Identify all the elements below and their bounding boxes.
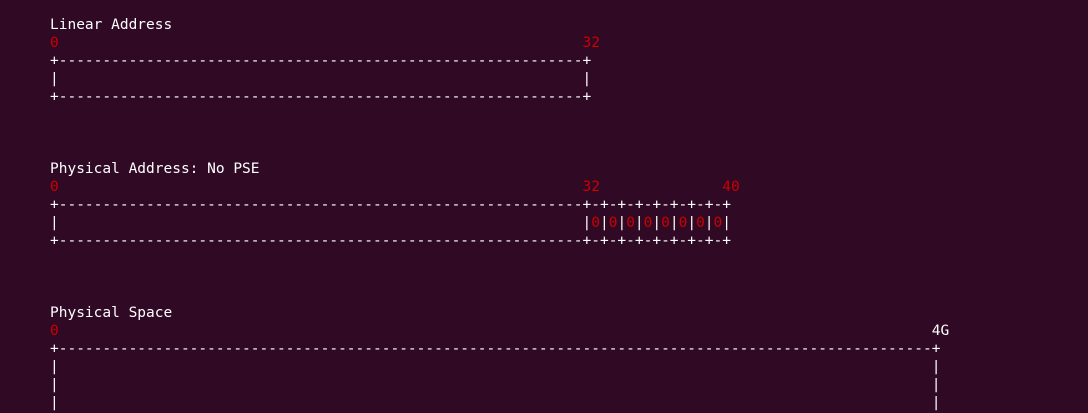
bit-scale-segment <box>600 179 722 195</box>
diagram-row: +---------------------------------------… <box>50 196 1088 214</box>
diagram-row: | | <box>50 358 1088 376</box>
diagram-row-segment: | <box>617 215 627 231</box>
diagram-row-segment: 0 <box>661 215 670 231</box>
diagram-row: +---------------------------------------… <box>50 52 1088 70</box>
bit-scale-segment: 0 <box>50 35 59 51</box>
terminal-output: Linear Address 0 32 +---------------------… <box>0 0 1088 413</box>
diagram-row-segment: 0 <box>696 215 705 231</box>
diagram-row: | | <box>50 376 1088 394</box>
bit-scale-segment: 32 <box>582 179 600 195</box>
diagram-row-segment: +---------------------------------------… <box>50 89 592 105</box>
diagram-row-segment: | <box>652 215 662 231</box>
bit-scale-segment: 40 <box>722 179 740 195</box>
diagram-row-segment: | <box>722 215 731 231</box>
bit-scale-segment: 0 <box>50 323 59 339</box>
diagram-row-segment: 0 <box>591 215 600 231</box>
diagram-row: +---------------------------------------… <box>50 232 1088 250</box>
diagram-row-segment: | | <box>50 395 941 411</box>
diagram-row-segment: +---------------------------------------… <box>50 341 941 357</box>
bit-scale-segment: 4G <box>931 323 950 339</box>
diagram-row-segment: +---------------------------------------… <box>50 197 731 213</box>
diagram-row: +---------------------------------------… <box>50 88 1088 106</box>
diagram-row-segment: | | <box>50 359 941 375</box>
diagram-row: | | <box>50 70 1088 88</box>
diagram-row-segment: | | <box>50 71 592 87</box>
diagram-row-segment: | <box>669 215 679 231</box>
diagram-row-segment: | <box>634 215 644 231</box>
bit-scale-segment <box>59 35 583 51</box>
bit-scale-segment: 0 <box>50 179 59 195</box>
section-title: Physical Space <box>50 305 173 321</box>
bit-scale: 0 32 <box>50 34 1088 52</box>
bit-scale-segment <box>59 323 932 339</box>
bit-scale: 0 32 40 <box>50 178 1088 196</box>
diagram-row-segment: | | <box>50 215 592 231</box>
diagram-row-segment: 0 <box>713 215 723 231</box>
section-title: Physical Address: No PSE <box>50 161 260 177</box>
bit-scale: 0 4G <box>50 322 1088 340</box>
diagram-row: | |0|0|0|0|0|0|0|0| <box>50 214 1088 232</box>
diagram-row: +---------------------------------------… <box>50 340 1088 358</box>
diagram-row-segment: | <box>704 215 714 231</box>
bit-scale-segment: 32 <box>582 35 600 51</box>
diagram-row-segment: | | <box>50 377 941 393</box>
diagram-row-segment: | <box>687 215 697 231</box>
diagram-row: | | <box>50 394 1088 412</box>
bit-scale-segment <box>59 179 583 195</box>
diagram-row-segment: | <box>599 215 609 231</box>
diagram-row-segment: +---------------------------------------… <box>50 233 731 249</box>
diagram-row-segment: +---------------------------------------… <box>50 53 592 69</box>
section-title: Linear Address <box>50 17 173 33</box>
diagram-row-segment: 0 <box>626 215 635 231</box>
